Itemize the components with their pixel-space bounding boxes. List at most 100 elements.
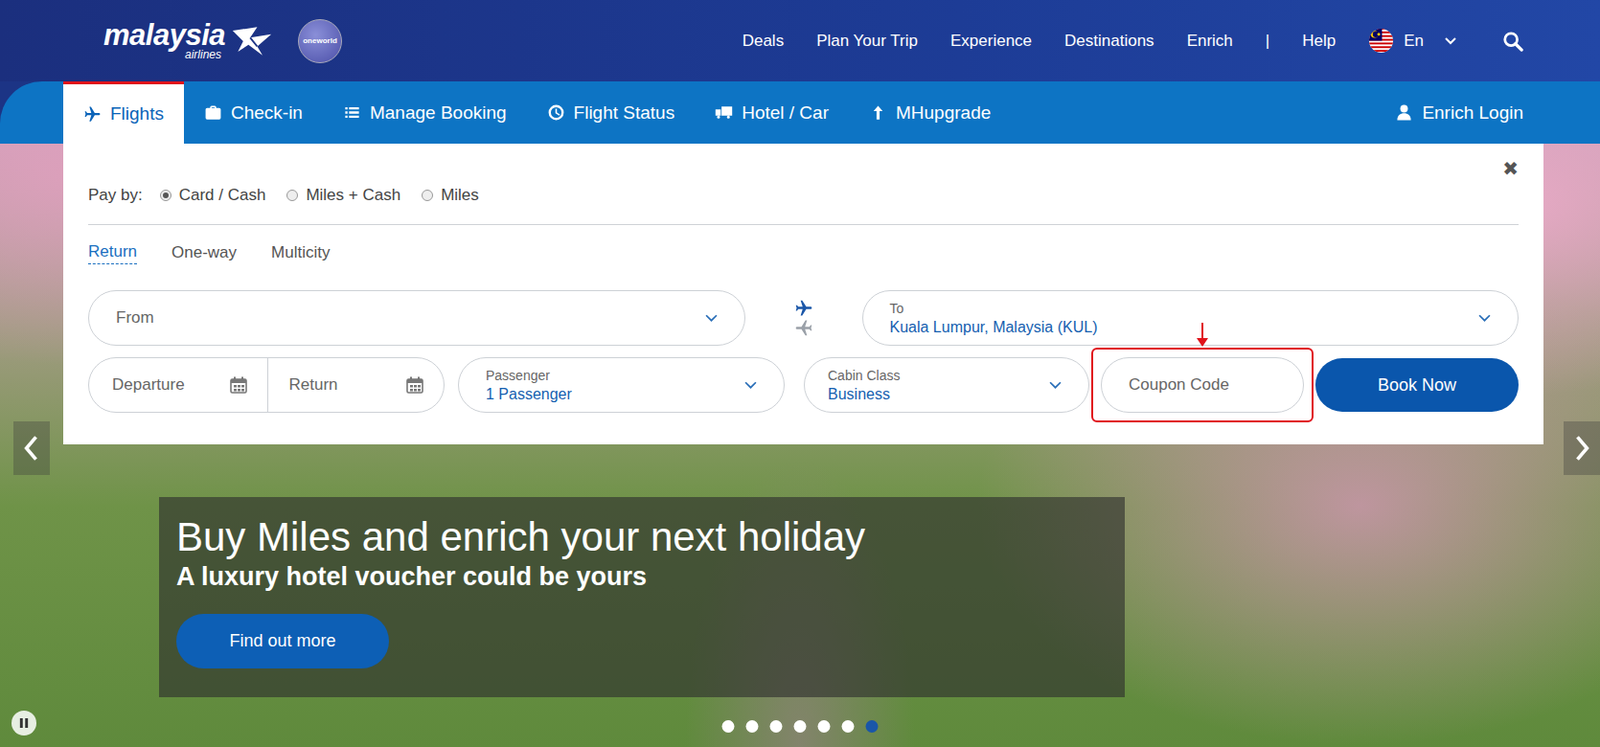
carousel-dot[interactable] <box>770 720 783 733</box>
trip-type[interactable]: One-way <box>171 243 237 263</box>
book-now-button[interactable]: Book Now <box>1315 358 1519 412</box>
chevron-left-icon <box>22 434 41 463</box>
nav-link[interactable]: Destinations <box>1064 31 1155 51</box>
chevron-down-icon <box>744 381 757 390</box>
plane-icon <box>794 298 814 319</box>
return-field[interactable]: Return <box>267 358 445 412</box>
carousel-prev-button[interactable] <box>13 421 50 476</box>
to-label: To <box>890 300 1098 317</box>
radio-button[interactable] <box>160 189 172 202</box>
tab-label: Manage Booking <box>369 102 507 124</box>
tab-item[interactable]: Manage Booking <box>322 81 527 144</box>
login-tab[interactable]: Enrich Login <box>1374 81 1600 144</box>
radio-button[interactable] <box>421 189 434 202</box>
chevron-down-icon <box>1444 37 1457 46</box>
carousel-dot[interactable] <box>818 720 831 733</box>
return-placeholder: Return <box>289 375 339 395</box>
wordmark-sub: airlines <box>103 47 226 62</box>
trip-type[interactable]: Return <box>88 242 138 265</box>
carousel-dot[interactable] <box>866 720 879 733</box>
carousel-dot[interactable] <box>746 720 759 733</box>
cabin-label: Cabin Class <box>827 367 900 384</box>
close-button[interactable]: ✖ <box>1502 157 1519 181</box>
passenger-value: 1 Passenger <box>485 386 572 404</box>
plane-icon <box>794 318 814 338</box>
nav-link[interactable]: Deals <box>742 31 784 51</box>
kite-bird-icon <box>230 24 274 58</box>
nav-link[interactable]: Plan Your Trip <box>816 31 918 51</box>
list-icon <box>342 103 362 122</box>
tab-item[interactable]: Flights <box>63 81 184 144</box>
calendar-icon <box>405 375 425 395</box>
pay-option[interactable]: Card / Cash <box>160 185 267 206</box>
login-label: Enrich Login <box>1421 102 1524 124</box>
from-input[interactable] <box>115 308 698 328</box>
trip-type-row: Return One-way Multicity <box>88 237 1519 269</box>
pay-option-label: Miles <box>440 185 480 206</box>
chevron-down-icon <box>1049 381 1062 390</box>
pay-option[interactable]: Miles <box>421 185 480 206</box>
upgrade-arrow-icon <box>868 103 888 122</box>
chevron-right-icon <box>1573 434 1591 463</box>
tabbar: Flights Check-in Manage Booking Flight Stat… <box>0 81 1600 144</box>
truck-icon <box>714 103 733 122</box>
search-icon[interactable] <box>1502 30 1524 52</box>
tab-label: MHupgrade <box>895 102 991 124</box>
plane-icon <box>83 105 102 124</box>
pay-by-row: Pay by:Card / CashMiles + CashMiles✖ <box>88 178 1519 213</box>
carousel-dot[interactable] <box>794 720 807 733</box>
pause-icon <box>14 713 34 733</box>
tab-item[interactable]: Flight Status <box>526 81 696 144</box>
oneworld-badge: oneworld <box>297 19 343 64</box>
passenger-field[interactable]: Passenger1 Passenger <box>457 357 785 413</box>
chevron-down-icon <box>1478 314 1491 323</box>
radio-button[interactable] <box>286 189 298 202</box>
logo[interactable]: malaysiaairlines oneworld <box>103 19 343 64</box>
user-icon <box>1394 103 1414 122</box>
carousel-next-button[interactable] <box>1563 421 1600 476</box>
coupon-highlight <box>1091 347 1314 423</box>
tab-item[interactable]: Hotel / Car <box>694 81 849 144</box>
from-field[interactable] <box>88 290 746 346</box>
tab-label: Hotel / Car <box>741 102 829 124</box>
to-value: Kuala Lumpur, Malaysia (KUL) <box>890 319 1098 337</box>
malaysia-flag-icon <box>1368 27 1395 54</box>
find-out-more-button[interactable]: Find out more <box>176 614 389 669</box>
to-field[interactable]: To Kuala Lumpur, Malaysia (KUL) <box>862 290 1520 346</box>
carousel-dot[interactable] <box>722 720 735 733</box>
nav-separator: | <box>1265 31 1270 51</box>
cabin-content: Cabin ClassBusiness <box>827 367 900 404</box>
trip-type[interactable]: Multicity <box>271 243 330 263</box>
cabin-field[interactable]: Cabin ClassBusiness <box>803 357 1090 413</box>
passenger-content: Passenger1 Passenger <box>485 367 572 404</box>
departure-field[interactable]: Departure <box>89 358 268 412</box>
booking-panel: Pay by: Card / Cash Miles + Cash Miles ✖ Retu… <box>63 143 1544 445</box>
nav-link[interactable]: Experience <box>950 31 1032 51</box>
swap-route-button[interactable] <box>745 298 863 338</box>
route-row: To Kuala Lumpur, Malaysia (KUL) <box>88 290 1519 346</box>
tab-label: Check-in <box>230 102 303 124</box>
hero: Pay by: Card / Cash Miles + Cash Miles ✖ Retu… <box>0 143 1600 747</box>
help-link[interactable]: Help <box>1302 31 1336 51</box>
nav-link[interactable]: Enrich <box>1187 31 1234 51</box>
pay-by-label: Pay by: <box>88 185 143 206</box>
details-row: Departure Return Passenger1 Passenger Cabin… <box>88 347 1519 423</box>
carousel-dot[interactable] <box>842 720 855 733</box>
wordmark-text: malaysia <box>103 20 226 50</box>
carousel-pause-button[interactable] <box>11 710 37 736</box>
to-content: To Kuala Lumpur, Malaysia (KUL) <box>890 300 1098 337</box>
coupon-field[interactable] <box>1100 357 1304 413</box>
clock-icon <box>547 103 566 122</box>
coupon-input[interactable] <box>1128 375 1277 395</box>
language-selector[interactable]: En <box>1368 27 1457 54</box>
dates-field: Departure Return <box>88 357 445 413</box>
carousel-dots <box>722 720 879 733</box>
departure-placeholder: Departure <box>112 375 185 395</box>
pay-option[interactable]: Miles + Cash <box>286 185 401 206</box>
annotation-arrow-icon <box>1196 322 1209 347</box>
oneworld-text: oneworld <box>302 36 338 46</box>
tab-item[interactable]: MHupgrade <box>848 81 1011 144</box>
tab-item[interactable]: Check-in <box>183 81 323 144</box>
banner-title: Buy Miles and enrich your next holiday <box>176 514 1108 561</box>
tab-label: Flight Status <box>573 102 676 124</box>
